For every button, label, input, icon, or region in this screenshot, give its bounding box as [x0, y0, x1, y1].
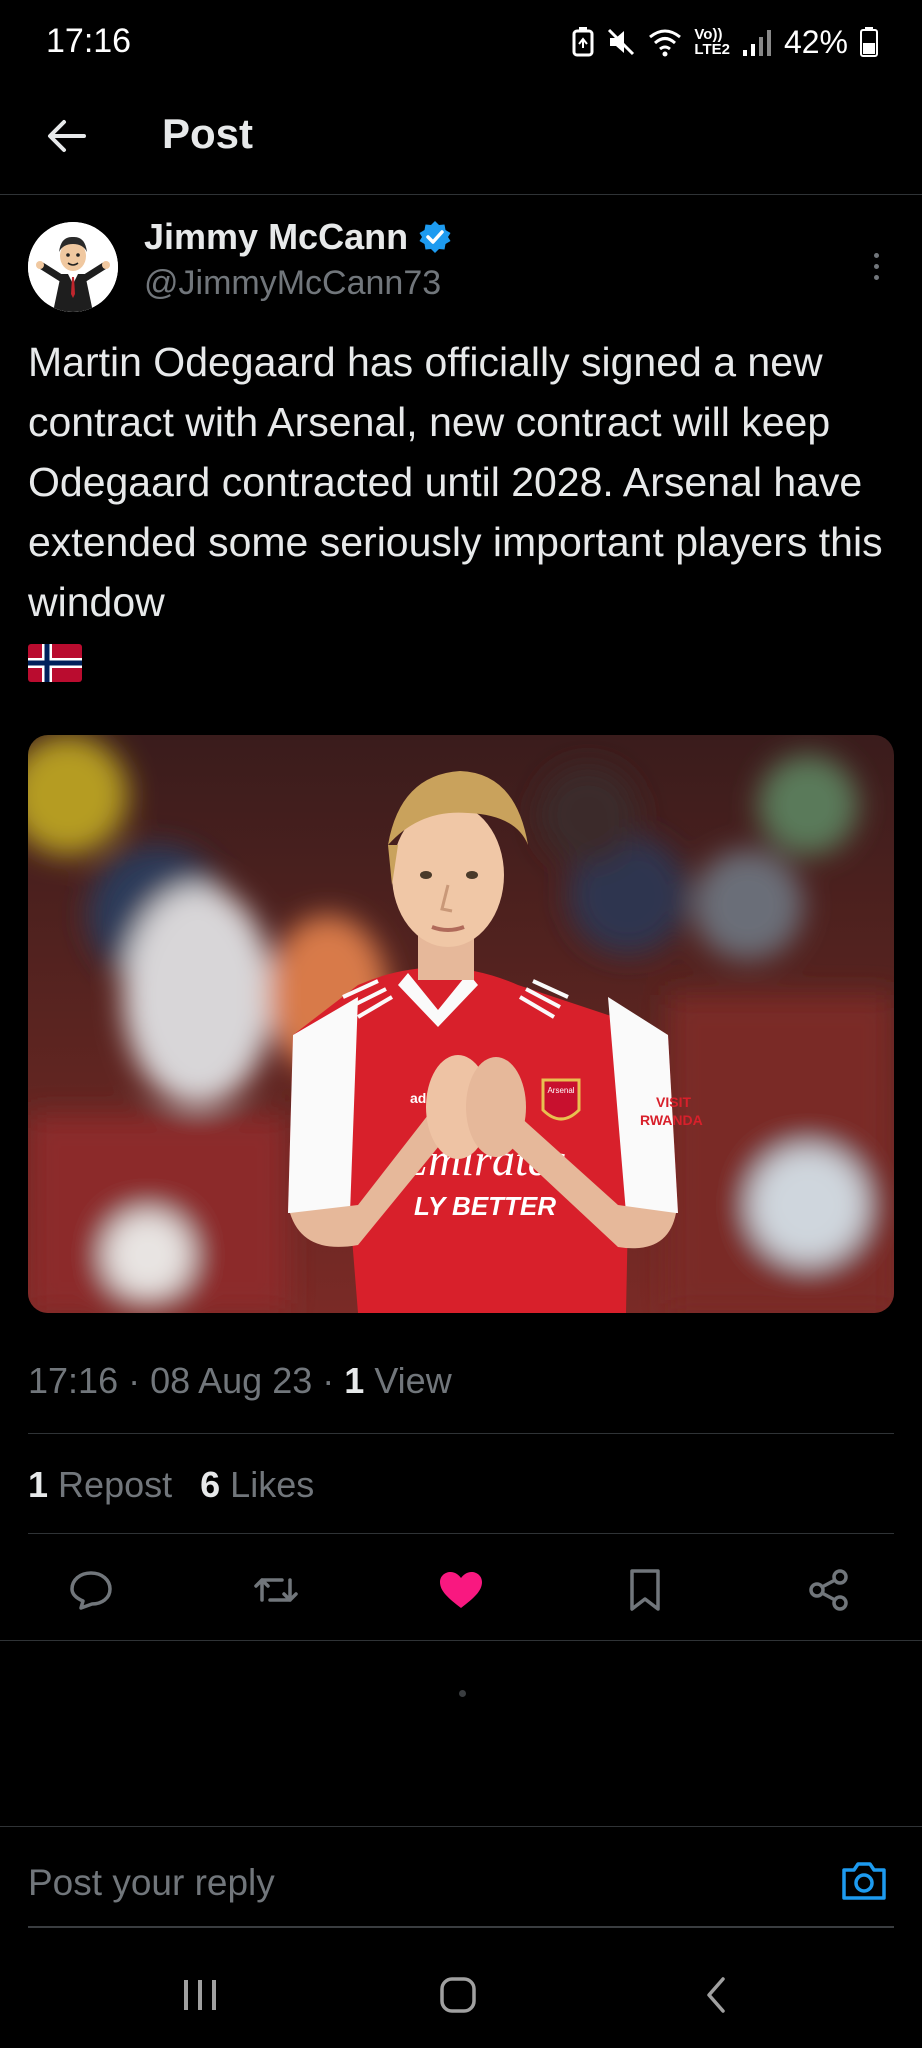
sleeve-text-top: VISIT — [656, 1094, 691, 1110]
network-label: Vo)) LTE2 — [694, 27, 730, 57]
battery-icon — [860, 27, 878, 57]
loading-dot — [459, 1690, 466, 1697]
player-photo: Arsenal adidas Emirates LY BETTER VISIT … — [28, 735, 894, 1313]
tweet-time: 17:16 — [28, 1360, 119, 1401]
likes-label: Likes — [230, 1464, 315, 1505]
share-button[interactable] — [797, 1558, 861, 1622]
like-icon — [440, 1572, 482, 1608]
reposts-stat[interactable]: 1 Repost — [28, 1464, 172, 1506]
divider — [0, 1640, 922, 1641]
share-icon — [809, 1569, 848, 1611]
more-icon-dot — [873, 263, 879, 269]
signal-icon — [742, 30, 771, 56]
status-icons: Vo)) LTE2 42% — [572, 18, 922, 66]
more-icon-dot — [873, 274, 879, 280]
repost-icon — [254, 1578, 298, 1602]
reply-input[interactable]: Post your reply — [28, 1862, 275, 1904]
avatar-cartoon — [28, 222, 118, 312]
verified-badge-icon — [419, 221, 451, 253]
network-label-top: Vo)) — [694, 26, 723, 43]
views-label: View — [374, 1360, 452, 1401]
tweet-date: 08 Aug 23 — [150, 1360, 313, 1401]
more-options-button[interactable] — [860, 236, 892, 296]
battery-saver-icon — [572, 27, 594, 57]
page-title: Post — [162, 110, 254, 157]
reply-icon — [70, 1571, 112, 1610]
divider — [28, 1433, 894, 1434]
camera-icon — [842, 1862, 886, 1900]
network-label-bottom: LTE2 — [694, 41, 730, 58]
bookmark-icon — [630, 1569, 660, 1611]
status-time: 17:16 — [46, 22, 132, 60]
like-button[interactable] — [429, 1558, 493, 1622]
status-bar: 17:16 Vo)) LTE2 42% — [0, 0, 922, 84]
back-arrow-icon — [48, 120, 86, 152]
home-button[interactable] — [428, 1970, 488, 2020]
author-name-row[interactable]: Jimmy McCann — [144, 216, 452, 258]
repost-button[interactable] — [244, 1558, 308, 1622]
top-bar: Post — [0, 84, 922, 195]
tweet-image[interactable]: Arsenal adidas Emirates LY BETTER VISIT … — [28, 735, 894, 1313]
reply-button[interactable] — [59, 1558, 123, 1622]
norway-flag-emoji — [28, 644, 82, 682]
avatar[interactable] — [28, 222, 118, 312]
home-icon — [440, 1977, 476, 2013]
more-icon-dot — [873, 252, 879, 258]
recent-apps-icon — [184, 1980, 216, 2010]
recent-apps-button[interactable] — [170, 1970, 230, 2020]
reposts-label: Repost — [58, 1464, 173, 1505]
bookmark-button[interactable] — [613, 1558, 677, 1622]
mute-icon — [608, 28, 635, 56]
tweet-stats: 1 Repost 6 Likes — [28, 1464, 314, 1506]
camera-button[interactable] — [840, 1858, 896, 1910]
battery-percent: 42% — [783, 23, 848, 60]
sleeve-text-bottom: RWANDA — [640, 1112, 703, 1128]
likes-count: 6 — [200, 1464, 221, 1505]
sponsor-slogan: LY BETTER — [414, 1191, 556, 1221]
author-name[interactable]: Jimmy McCann — [144, 216, 408, 258]
divider — [0, 1826, 922, 1827]
likes-stat[interactable]: 6 Likes — [200, 1464, 314, 1506]
reposts-count: 1 — [28, 1464, 49, 1505]
back-button[interactable] — [36, 106, 96, 166]
nav-back-button[interactable] — [686, 1970, 746, 2020]
reply-underline — [28, 1926, 894, 1928]
divider — [28, 1533, 894, 1534]
tweet-meta: 17:16 · 08 Aug 23 · 1 View — [28, 1360, 452, 1401]
wifi-icon — [649, 29, 682, 57]
author-handle[interactable]: @JimmyMcCann73 — [144, 264, 441, 303]
crest-text: Arsenal — [547, 1086, 574, 1095]
tweet-text: Martin Odegaard has officially signed a … — [28, 339, 883, 625]
views-count: 1 — [344, 1360, 365, 1401]
nav-back-icon — [707, 1977, 725, 2013]
